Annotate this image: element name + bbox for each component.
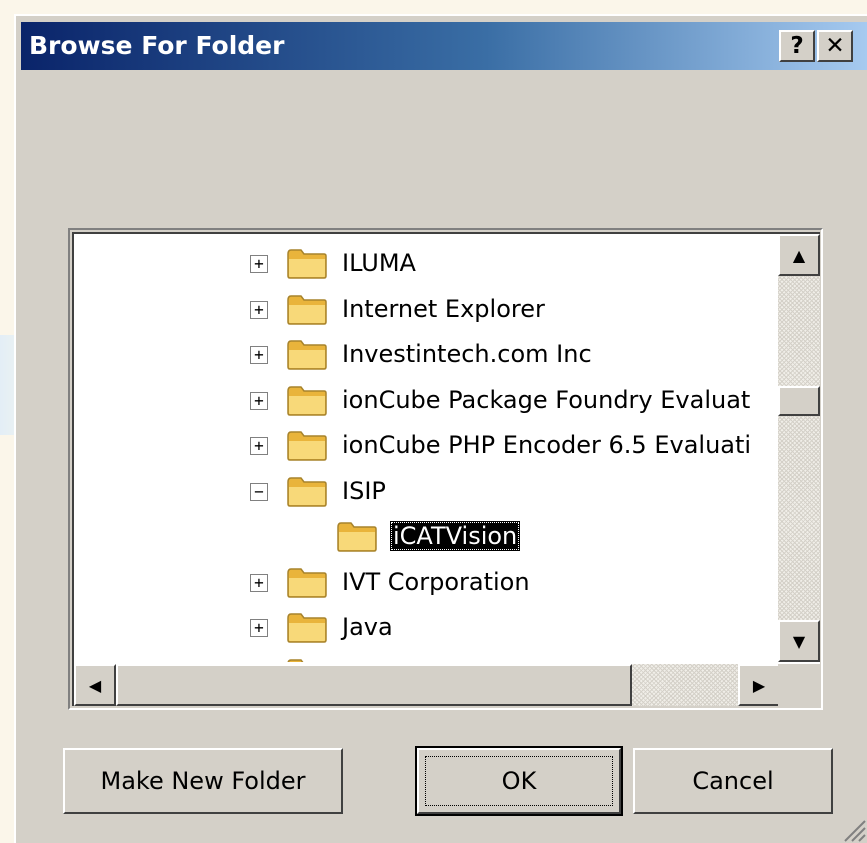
scrollbar-corner bbox=[778, 664, 820, 706]
expand-icon[interactable]: + bbox=[250, 346, 268, 364]
tree-item[interactable]: + IVT Corporation bbox=[74, 561, 778, 601]
arrow-right-icon: ▶ bbox=[752, 675, 766, 695]
expand-icon[interactable]: + bbox=[250, 391, 268, 410]
scroll-right-button[interactable]: ▶ bbox=[738, 664, 780, 706]
close-button[interactable]: ✕ bbox=[817, 30, 853, 62]
resize-grip-icon[interactable] bbox=[839, 815, 867, 843]
focus-rectangle bbox=[425, 756, 613, 806]
expand-icon[interactable]: + bbox=[250, 573, 268, 592]
tree-item-label[interactable]: Java bbox=[342, 612, 393, 642]
folder-icon bbox=[287, 431, 327, 461]
folder-icon bbox=[287, 613, 327, 643]
dialog-title: Browse For Folder bbox=[29, 31, 285, 60]
cancel-label: Cancel bbox=[692, 767, 774, 795]
expand-icon[interactable]: + bbox=[250, 619, 268, 637]
scroll-left-button[interactable]: ◀ bbox=[74, 664, 116, 706]
folder-icon bbox=[287, 249, 327, 279]
tree-item[interactable]: iCATVision bbox=[74, 515, 778, 555]
vertical-scroll-track[interactable] bbox=[778, 276, 820, 620]
folder-icon bbox=[287, 294, 327, 325]
folder-tree-frame: + ILUMA + Internet Explorer + Investintech.co… bbox=[68, 228, 823, 710]
tree-item-label[interactable]: K bbox=[342, 658, 358, 663]
tree-item-label[interactable]: IVT Corporation bbox=[342, 567, 530, 597]
tree-item[interactable]: + Java bbox=[74, 606, 778, 646]
help-icon: ? bbox=[790, 33, 804, 59]
tree-item-label[interactable]: ISIP bbox=[342, 476, 386, 506]
horizontal-scrollbar[interactable]: ◀ ▶ bbox=[74, 664, 780, 706]
folder-icon bbox=[287, 567, 327, 598]
arrow-left-icon: ◀ bbox=[88, 675, 102, 695]
help-button[interactable]: ? bbox=[779, 30, 815, 62]
make-new-folder-button[interactable]: Make New Folder bbox=[63, 748, 343, 814]
scroll-down-button[interactable]: ▼ bbox=[778, 620, 820, 662]
vertical-scrollbar[interactable]: ▲ ▼ bbox=[778, 234, 820, 662]
ok-button[interactable]: OK bbox=[415, 746, 623, 816]
tree-item[interactable]: + Investintech.com Inc bbox=[74, 333, 778, 373]
arrow-up-icon: ▲ bbox=[792, 245, 806, 265]
folder-icon bbox=[287, 340, 327, 370]
tree-item[interactable]: + ionCube PHP Encoder 6.5 Evaluati bbox=[74, 424, 778, 464]
tree-item[interactable]: + Internet Explorer bbox=[74, 288, 778, 328]
tree-rows: + ILUMA + Internet Explorer + Investintech.co… bbox=[74, 234, 778, 662]
expand-icon[interactable]: + bbox=[250, 437, 268, 455]
tree-item[interactable]: + ILUMA bbox=[74, 242, 778, 282]
tree-item-label[interactable]: ILUMA bbox=[342, 248, 416, 278]
horizontal-scroll-thumb[interactable] bbox=[116, 664, 632, 706]
arrow-down-icon: ▼ bbox=[792, 631, 806, 651]
tree-item-label[interactable]: Investintech.com Inc bbox=[342, 339, 592, 369]
vertical-scroll-thumb[interactable] bbox=[778, 385, 820, 416]
folder-icon bbox=[287, 658, 304, 662]
make-new-folder-label: Make New Folder bbox=[100, 767, 306, 795]
browse-for-folder-dialog: Browse For Folder ? ✕ + ILUMA + Internet Ex… bbox=[14, 14, 867, 843]
folder-icon bbox=[337, 522, 377, 552]
folder-tree[interactable]: + ILUMA + Internet Explorer + Investintech.co… bbox=[72, 232, 820, 706]
collapse-icon[interactable]: − bbox=[250, 482, 268, 501]
title-bar[interactable]: Browse For Folder ? ✕ bbox=[21, 22, 867, 70]
tree-item[interactable]: +K bbox=[74, 652, 778, 663]
scroll-up-button[interactable]: ▲ bbox=[778, 234, 820, 276]
tree-item-label[interactable]: ionCube Package Foundry Evaluat bbox=[342, 385, 750, 415]
expand-icon[interactable]: + bbox=[250, 255, 268, 273]
tree-item-label[interactable]: iCATVision bbox=[390, 521, 521, 551]
tree-item[interactable]: + ionCube Package Foundry Evaluat bbox=[74, 379, 778, 419]
tree-item-label[interactable]: ionCube PHP Encoder 6.5 Evaluati bbox=[342, 430, 751, 460]
folder-icon bbox=[287, 476, 327, 507]
cancel-button[interactable]: Cancel bbox=[633, 748, 833, 814]
expand-icon[interactable]: + bbox=[250, 300, 268, 319]
tree-item[interactable]: − ISIP bbox=[74, 470, 778, 510]
close-icon: ✕ bbox=[825, 33, 845, 59]
folder-icon bbox=[287, 385, 327, 416]
tree-item-label[interactable]: Internet Explorer bbox=[342, 294, 545, 324]
